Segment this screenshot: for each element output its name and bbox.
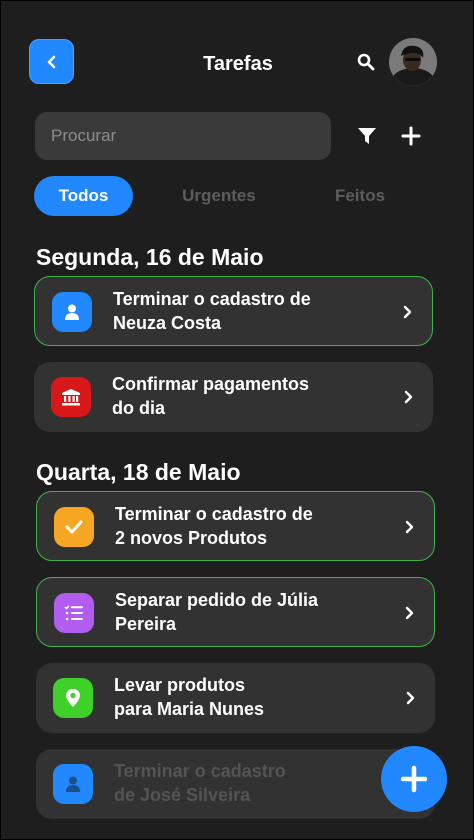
checklist-icon <box>54 593 94 633</box>
task-label: Levar produtos para Maria Nunes <box>114 675 265 719</box>
check-icon <box>54 507 94 547</box>
task-card[interactable]: Terminar o cadastro de Neuza Costa <box>34 276 433 346</box>
task-card[interactable]: Separar pedido de Júlia Pereira <box>36 577 435 647</box>
avatar[interactable] <box>389 38 437 86</box>
app-screen: Tarefas Todos Urgentes Feitos Segunda, 1… <box>0 0 474 840</box>
add-task-fab[interactable] <box>381 746 447 812</box>
task-card[interactable]: Levar produtos para Maria Nunes <box>36 663 435 733</box>
plus-icon[interactable] <box>401 126 421 146</box>
task-label: Separar pedido de Júlia Pereira <box>115 590 319 634</box>
search-icon[interactable] <box>357 53 375 71</box>
chevron-right-icon <box>405 520 414 534</box>
chevron-right-icon <box>404 390 413 404</box>
plus-icon <box>400 765 428 793</box>
user-icon <box>53 764 93 804</box>
tab-feitos[interactable]: Feitos <box>321 176 399 216</box>
search-field[interactable] <box>35 112 331 160</box>
section-date-title: Quarta, 18 de Maio <box>36 459 241 485</box>
task-label: Terminar o cadastro de Neuza Costa <box>113 289 311 333</box>
chevron-right-icon <box>403 305 412 319</box>
task-label: Confirmar pagamentos do dia <box>112 374 310 418</box>
task-label: Terminar o cadastro de José Silveira <box>114 761 286 805</box>
task-label: Terminar o cadastro de 2 novos Produtos <box>115 504 313 548</box>
task-card[interactable]: Confirmar pagamentos do dia <box>34 362 433 432</box>
user-icon <box>52 292 92 332</box>
bank-icon <box>51 377 91 417</box>
task-card[interactable]: Terminar o cadastro de José Silveira <box>36 749 435 819</box>
user-photo <box>389 38 437 86</box>
tab-todos[interactable]: Todos <box>34 176 133 216</box>
task-card[interactable]: Terminar o cadastro de 2 novos Produtos <box>36 491 435 561</box>
tab-urgentes[interactable]: Urgentes <box>167 176 271 216</box>
filter-icon[interactable] <box>357 126 377 146</box>
chevron-right-icon <box>405 606 414 620</box>
location-pin-icon <box>53 678 93 718</box>
section-date-title: Segunda, 16 de Maio <box>36 244 264 270</box>
chevron-right-icon <box>406 691 415 705</box>
search-input[interactable] <box>49 125 313 147</box>
